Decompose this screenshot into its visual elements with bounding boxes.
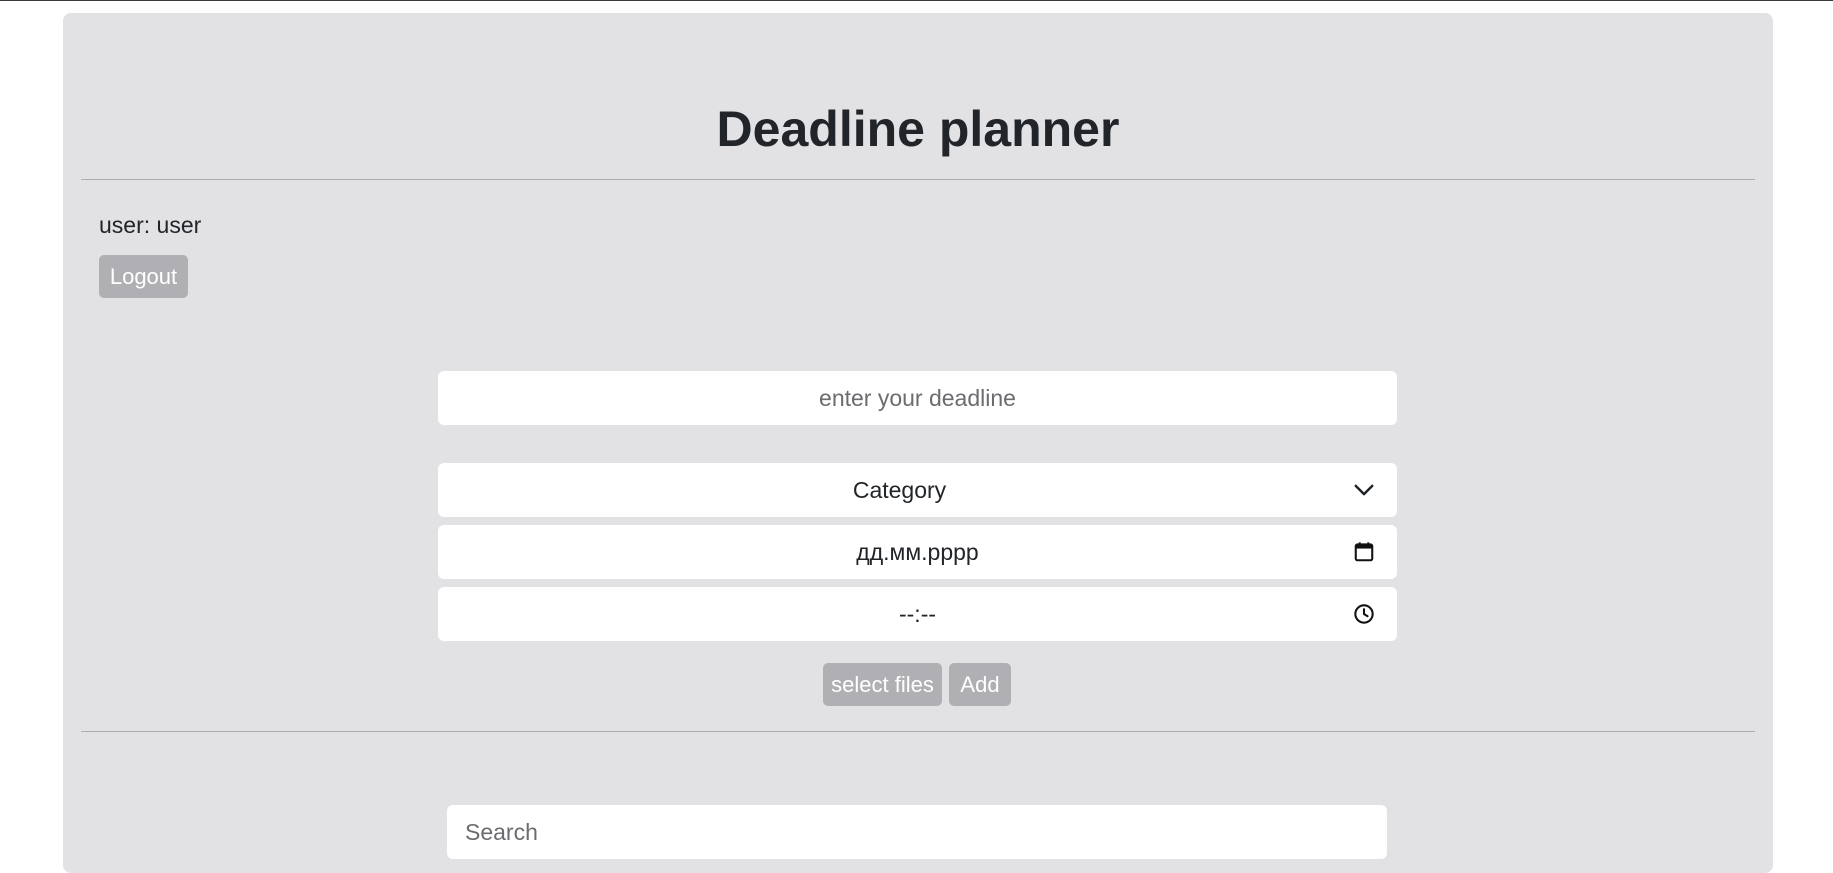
select-files-button[interactable]: select files — [823, 663, 942, 706]
category-selected-value: Category — [852, 477, 947, 503]
category-select[interactable]: Category — [438, 463, 1397, 517]
logout-button[interactable]: Logout — [99, 255, 188, 298]
header-divider — [81, 179, 1755, 180]
page-title: Deadline planner — [716, 101, 1120, 157]
time-placeholder: --:-- — [898, 601, 937, 627]
deadline-input[interactable] — [438, 371, 1397, 425]
date-placeholder: дд.мм.рррр — [856, 539, 979, 565]
add-button[interactable]: Add — [949, 663, 1011, 706]
clock-icon[interactable] — [1353, 603, 1375, 625]
user-label: user: user — [99, 212, 202, 238]
form-divider — [81, 731, 1755, 732]
main-card: Deadline planner user: user Logout Categ… — [63, 13, 1773, 873]
chevron-down-icon — [1353, 479, 1375, 501]
date-field[interactable]: дд.мм.рррр — [438, 525, 1397, 579]
calendar-icon[interactable] — [1353, 541, 1375, 563]
time-field[interactable]: --:-- — [438, 587, 1397, 641]
deadline-field — [438, 371, 1397, 425]
window-top-border — [0, 0, 1833, 1]
